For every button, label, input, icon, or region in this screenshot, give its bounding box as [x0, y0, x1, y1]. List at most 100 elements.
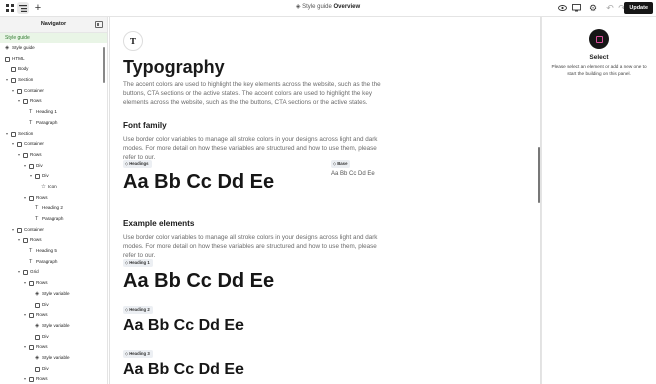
- tree-item[interactable]: ▾ Rows: [0, 310, 107, 321]
- tree-item-label: Section: [18, 77, 34, 83]
- tree-item-label: Paragraph: [36, 119, 58, 125]
- settings-gear-icon[interactable]: ⚙: [587, 2, 599, 14]
- tree-item[interactable]: ▾ Div: [0, 171, 107, 182]
- style-variable-icon: ◈: [35, 322, 40, 329]
- heading-3-sample[interactable]: Aa Bb Cc Dd Ee: [123, 361, 244, 379]
- tree-item-label: Rows: [30, 237, 42, 243]
- element-box-icon: [17, 142, 22, 148]
- tree-item[interactable]: T Paragraph: [0, 257, 107, 268]
- chevron-down-icon[interactable]: ▾: [6, 129, 8, 140]
- tree-item[interactable]: ▾ Rows: [0, 193, 107, 204]
- update-button[interactable]: Update: [624, 2, 653, 14]
- tree-item[interactable]: ▾ Rows: [0, 374, 107, 384]
- tree-item[interactable]: ◈ Style variable: [0, 289, 107, 300]
- page-title[interactable]: Typography: [123, 57, 225, 78]
- style-variable-icon: ◈: [5, 45, 10, 51]
- chevron-down-icon[interactable]: ▾: [30, 171, 32, 182]
- chevron-down-icon[interactable]: ▾: [24, 342, 26, 353]
- element-box-icon: [35, 174, 40, 180]
- base-sample[interactable]: Aa Bb Cc Dd Ee: [331, 171, 375, 177]
- chevron-down-icon[interactable]: ▾: [24, 193, 26, 204]
- tree-item[interactable]: ▾ Container: [0, 86, 107, 97]
- element-box-icon: [11, 131, 16, 137]
- canvas-scrollbar[interactable]: [538, 147, 540, 203]
- heading-3-badge: Heading 3: [123, 350, 153, 358]
- tree-item-label: Paragraph: [36, 258, 58, 264]
- text-element-icon: T: [35, 216, 39, 222]
- text-element-icon: T: [29, 258, 33, 265]
- tree-item[interactable]: ▾ Rows: [0, 235, 107, 246]
- tree-item[interactable]: Div: [0, 332, 107, 343]
- navigator-tree: ◈ Style guide HTML Body ▾ Section ▾ Container ▾ R…: [0, 43, 107, 384]
- headings-sample[interactable]: Aa Bb Cc Dd Ee: [123, 171, 274, 194]
- navigator-tag[interactable]: Style guide: [0, 33, 107, 43]
- chevron-down-icon[interactable]: ▾: [12, 86, 14, 97]
- element-box-icon: [29, 281, 34, 287]
- chevron-down-icon[interactable]: ▾: [18, 267, 20, 278]
- tree-item[interactable]: ▾ Rows: [0, 342, 107, 353]
- tree-item[interactable]: T Heading 1: [0, 107, 107, 118]
- tree-item-label: HTML: [12, 55, 25, 61]
- tree-item-label: Container: [24, 226, 44, 232]
- intro-paragraph[interactable]: The accent colors are used to highlight …: [123, 80, 391, 107]
- tree-item[interactable]: T Paragraph: [0, 214, 107, 225]
- collapse-panel-icon[interactable]: [95, 21, 103, 28]
- font-family-heading[interactable]: Font family: [123, 121, 167, 130]
- chevron-down-icon[interactable]: ▾: [12, 225, 14, 236]
- heading-1-badge: Heading 1: [123, 259, 153, 267]
- tree-item[interactable]: ▾ Grid: [0, 267, 107, 278]
- tree-item-label: Container: [24, 141, 44, 147]
- tree-item-label: Rows: [36, 280, 48, 286]
- chevron-down-icon[interactable]: ▾: [6, 75, 8, 86]
- chevron-down-icon[interactable]: ▾: [24, 278, 26, 289]
- tree-item[interactable]: Body: [0, 64, 107, 75]
- tree-item-label: Style variable: [42, 290, 70, 296]
- element-box-icon: [23, 270, 28, 276]
- tree-item[interactable]: ▾ Div: [0, 161, 107, 172]
- tree-item[interactable]: ▾ Section: [0, 75, 107, 86]
- example-elements-desc[interactable]: Use border color variables to manage all…: [123, 233, 391, 260]
- undo-icon[interactable]: ↶: [604, 2, 616, 14]
- tree-item[interactable]: T Paragraph: [0, 118, 107, 129]
- top-toolbar: + ◈ Style guide Overview ⚙ ↶ ↷ Update: [0, 0, 656, 17]
- chevron-down-icon[interactable]: ▾: [24, 374, 26, 384]
- tree-item[interactable]: Div: [0, 364, 107, 375]
- tree-item[interactable]: ◈ Style variable: [0, 321, 107, 332]
- tree-item[interactable]: HTML: [0, 54, 107, 65]
- style-variable-icon: ◈: [35, 354, 40, 361]
- heading-2-sample[interactable]: Aa Bb Cc Dd Ee: [123, 317, 244, 335]
- chevron-down-icon[interactable]: ▾: [24, 310, 26, 321]
- typography-logo-icon: T: [123, 31, 143, 51]
- heading-1-sample[interactable]: Aa Bb Cc Dd Ee: [123, 270, 274, 293]
- tree-item[interactable]: ▾ Section: [0, 129, 107, 140]
- tree-item[interactable]: ▾ Container: [0, 139, 107, 150]
- font-family-desc[interactable]: Use border color variables to manage all…: [123, 135, 391, 162]
- tree-item[interactable]: ☆ Icon: [0, 182, 107, 193]
- tree-item-label: Grid: [30, 269, 39, 275]
- tree-item[interactable]: Div: [0, 300, 107, 311]
- tree-item[interactable]: ◈ Style variable: [0, 353, 107, 364]
- chevron-down-icon[interactable]: ▾: [18, 96, 20, 107]
- tree-item-label: Rows: [30, 98, 42, 104]
- tree-item[interactable]: ▾ Container: [0, 225, 107, 236]
- tree-item-label: Div: [36, 162, 43, 168]
- breadcrumb-page: Overview: [333, 4, 361, 10]
- chevron-down-icon[interactable]: ▾: [18, 235, 20, 246]
- tree-item-label: Container: [24, 87, 44, 93]
- tree-item[interactable]: T Heading 5: [0, 246, 107, 257]
- navigator-scrollbar[interactable]: [103, 47, 105, 83]
- tree-item[interactable]: T Heading 2: [0, 203, 107, 214]
- chevron-down-icon[interactable]: ▾: [18, 150, 20, 161]
- chevron-down-icon[interactable]: ▾: [12, 139, 14, 150]
- tree-item[interactable]: ▾ Rows: [0, 150, 107, 161]
- preview-eye-icon[interactable]: [556, 2, 568, 14]
- chevron-down-icon[interactable]: ▾: [24, 161, 26, 172]
- style-variable-icon: ◈: [35, 290, 40, 297]
- tree-item[interactable]: ▾ Rows: [0, 96, 107, 107]
- tree-item-label: Rows: [36, 376, 48, 382]
- example-elements-heading[interactable]: Example elements: [123, 219, 194, 228]
- element-box-icon: [29, 163, 34, 169]
- tree-item[interactable]: ▾ Rows: [0, 278, 107, 289]
- desktop-icon[interactable]: [570, 2, 582, 14]
- tree-item[interactable]: ◈ Style guide: [0, 43, 107, 54]
